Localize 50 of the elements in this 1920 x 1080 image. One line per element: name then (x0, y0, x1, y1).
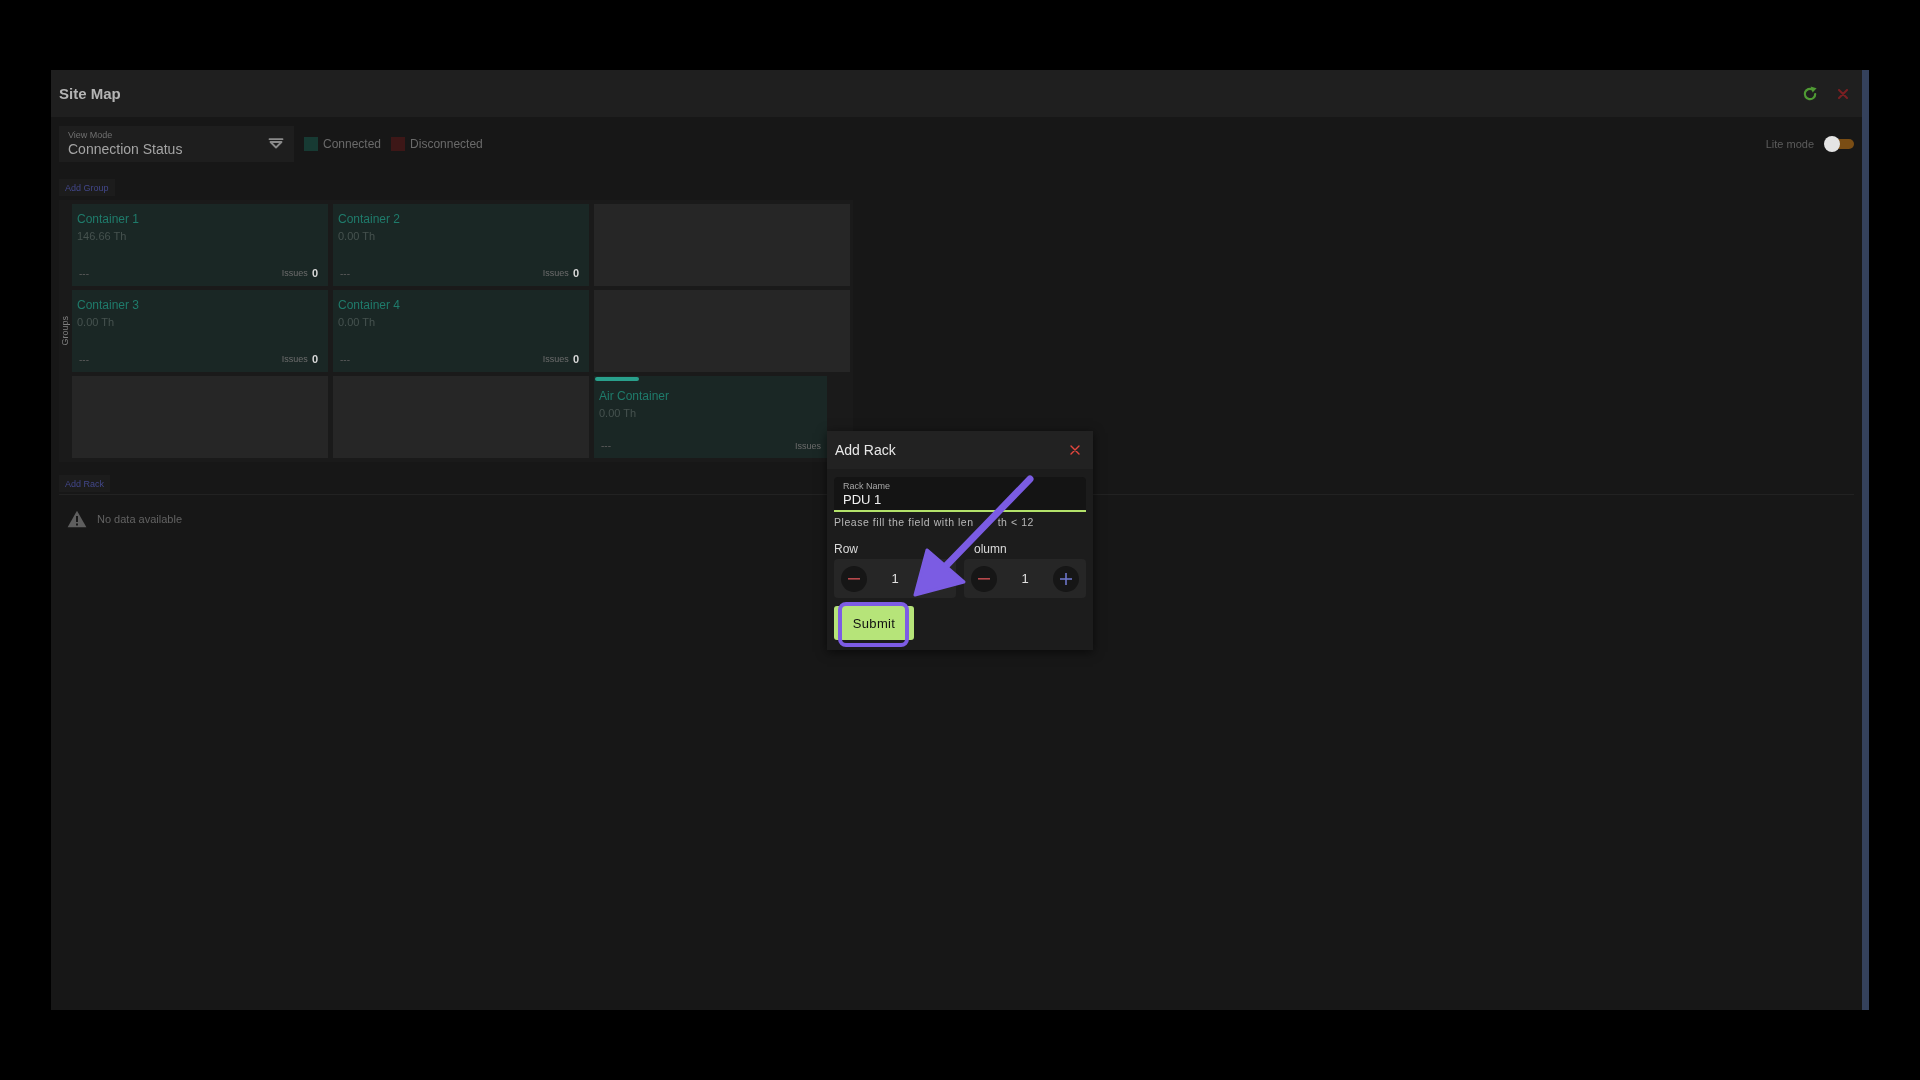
issues-label: Issues (542, 268, 569, 278)
card-status: --- (79, 353, 89, 365)
card-title: Container 4 (338, 298, 402, 312)
field-value: PDU 1 (843, 491, 883, 507)
minus-icon (978, 577, 990, 580)
column-label: olumn (973, 542, 1008, 556)
submit-button[interactable]: Submit (834, 606, 914, 640)
window-title: Site Map (59, 85, 121, 102)
issue-count: 0 (311, 353, 318, 365)
plus-icon (1060, 572, 1072, 585)
groups-label: Groups (60, 316, 69, 346)
decrement-button[interactable] (841, 565, 867, 592)
card-status: --- (340, 267, 350, 279)
rack-name-field[interactable]: Rack Name PDU 1 (834, 477, 1086, 512)
issues-label: Issues (281, 354, 308, 364)
helper-text: th < 12 (997, 516, 1034, 528)
view-mode-value: Connection Status (68, 141, 183, 157)
issues-label: Issues (281, 268, 308, 278)
dialog-title: Add Rack (835, 442, 896, 458)
lite-mode-toggle[interactable] (1824, 135, 1854, 152)
card-title: Container 2 (338, 212, 402, 226)
row-label: Row (834, 542, 859, 556)
legend-label: Connected (323, 136, 382, 151)
card-title: Container 3 (77, 298, 141, 312)
close-icon[interactable] (1070, 445, 1080, 455)
caret-icon (268, 138, 284, 149)
view-mode-label: View Mode (68, 130, 114, 141)
card-title: Container 1 (77, 212, 141, 226)
card-status: --- (340, 353, 350, 365)
card-title: Air Container (599, 389, 671, 403)
issue-count: 0 (311, 267, 318, 279)
minus-icon (848, 577, 860, 580)
helper-text: Please fill the field with len (834, 516, 974, 528)
issue-count: 0 (572, 353, 579, 365)
warning-icon (67, 510, 87, 528)
decrement-button[interactable] (971, 565, 997, 592)
field-label: Rack Name (843, 480, 891, 492)
issue-count: 0 (572, 267, 579, 279)
lite-mode-label: Lite mode (1765, 137, 1814, 150)
view-mode-dropdown[interactable]: View Mode Connection Status (59, 125, 294, 162)
stepper-value: 1 (1021, 571, 1029, 586)
refresh-icon[interactable] (1802, 85, 1818, 102)
stepper-value: 1 (891, 571, 899, 586)
card-status: --- (601, 440, 611, 451)
issues-label: Issues (542, 354, 569, 364)
card-status: --- (79, 267, 89, 279)
increment-button[interactable] (1053, 565, 1079, 592)
issues-label: Issues (795, 440, 821, 451)
empty-message: No data available (97, 513, 182, 525)
legend-label: Disconnected (410, 136, 483, 151)
